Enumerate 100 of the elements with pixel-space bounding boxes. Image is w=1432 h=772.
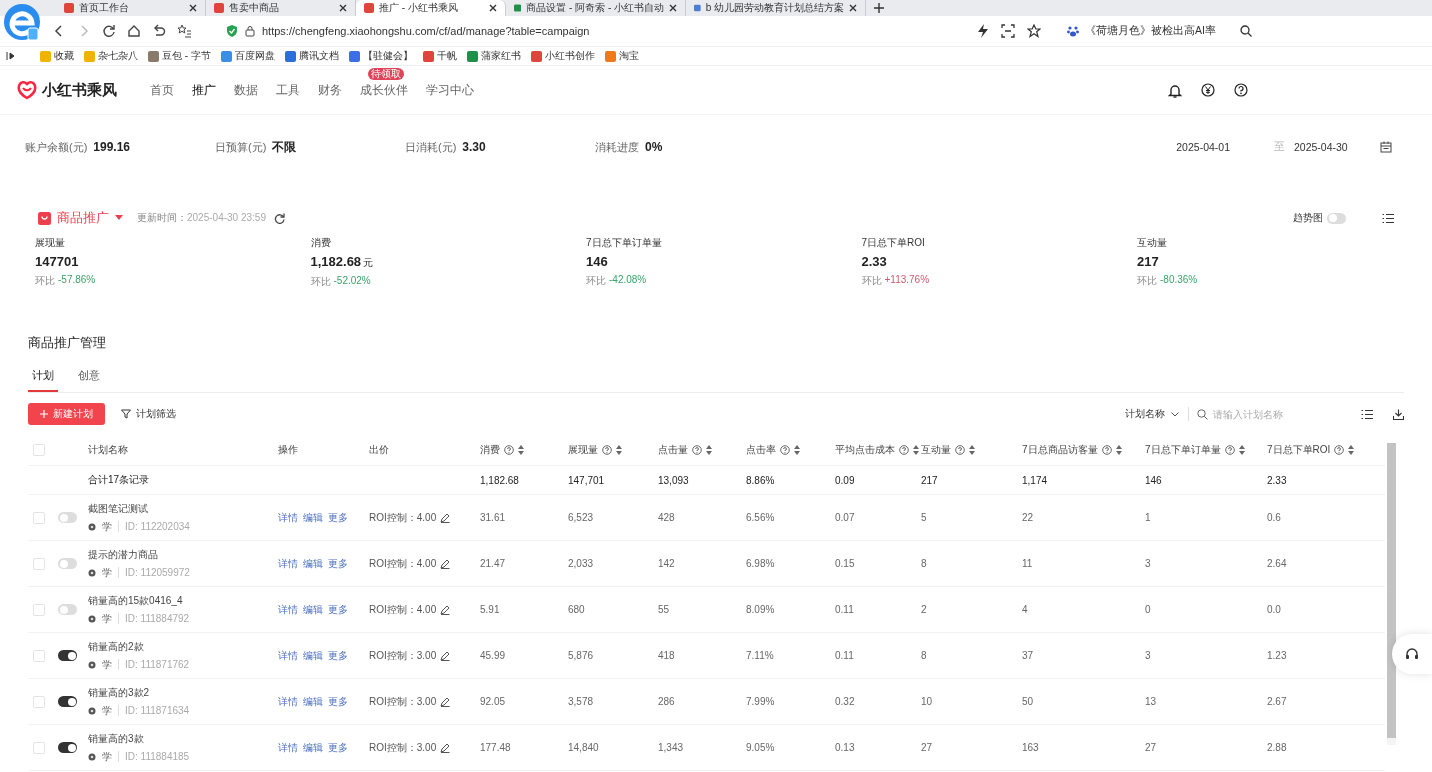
trend-chart-toggle[interactable] <box>1327 212 1346 224</box>
sort-icon[interactable] <box>913 445 919 455</box>
search-field[interactable]: 请输入计划名称 <box>1197 408 1347 420</box>
home-icon[interactable] <box>127 24 141 38</box>
screenshot-icon[interactable] <box>1001 24 1015 38</box>
column-header[interactable]: 互动量 <box>921 443 975 457</box>
new-plan-button[interactable]: 新建计划 <box>28 403 105 425</box>
close-icon[interactable] <box>489 4 497 12</box>
edit-icon[interactable] <box>440 558 451 569</box>
action-link[interactable]: 详情 <box>278 510 298 525</box>
plan-toggle[interactable] <box>58 604 77 615</box>
nav-item[interactable]: 成长伙伴 <box>360 78 408 102</box>
browser-logo-icon[interactable] <box>2 2 42 42</box>
sort-icon[interactable] <box>969 445 975 455</box>
column-header[interactable]: 消费 <box>480 443 524 457</box>
promotion-type-dropdown[interactable]: 商品推广 <box>38 209 123 227</box>
browser-tab[interactable]: 推广 - 小红书乘风 <box>356 0 506 16</box>
column-header[interactable]: 点击量 <box>658 443 712 457</box>
action-link[interactable]: 详情 <box>278 556 298 571</box>
plan-toggle[interactable] <box>58 696 77 707</box>
column-header[interactable]: 7日总下单订单量 <box>1145 443 1245 457</box>
nav-item[interactable]: 财务 <box>318 78 342 102</box>
close-icon[interactable] <box>339 4 347 12</box>
sort-icon[interactable] <box>1238 445 1245 455</box>
plan-toggle[interactable] <box>58 650 77 661</box>
reload-icon[interactable] <box>102 24 116 38</box>
bookmark[interactable]: 百度网盘 <box>220 49 275 63</box>
action-link[interactable]: 详情 <box>278 602 298 617</box>
bookmark[interactable]: 千帆 <box>422 49 457 63</box>
action-link[interactable]: 更多 <box>328 694 348 709</box>
bookmark[interactable]: 豆包 - 字节 <box>148 49 211 63</box>
sort-icon[interactable] <box>794 445 800 455</box>
row-checkbox[interactable] <box>33 557 45 570</box>
list-settings-icon[interactable] <box>1382 212 1394 224</box>
star-icon[interactable] <box>1027 24 1041 38</box>
close-icon[interactable] <box>189 4 197 12</box>
bookmark[interactable]: 淘宝 <box>604 49 639 63</box>
bookmark[interactable]: 蒲家红书 <box>466 49 521 63</box>
action-link[interactable]: 更多 <box>328 648 348 663</box>
support-button[interactable] <box>1392 634 1432 674</box>
column-header[interactable]: 展现量 <box>568 443 622 457</box>
yuan-icon[interactable] <box>1201 82 1215 97</box>
edit-icon[interactable] <box>440 696 451 707</box>
plan-toggle[interactable] <box>58 742 77 753</box>
nav-item[interactable]: 工具 <box>276 78 300 102</box>
search-icon[interactable] <box>1240 25 1252 37</box>
edit-icon[interactable] <box>440 742 451 753</box>
select-all-checkbox[interactable] <box>33 444 45 456</box>
sort-icon[interactable] <box>1115 445 1122 455</box>
plan-toggle[interactable] <box>58 512 77 523</box>
close-icon[interactable] <box>849 4 857 12</box>
nav-item[interactable]: 推广 <box>192 78 216 102</box>
action-link[interactable]: 编辑 <box>303 510 323 525</box>
edit-icon[interactable] <box>440 512 451 523</box>
tab[interactable]: 计划 <box>28 368 58 392</box>
row-checkbox[interactable] <box>33 695 45 708</box>
undo-icon[interactable] <box>152 24 166 38</box>
action-link[interactable]: 编辑 <box>303 602 323 617</box>
row-checkbox[interactable] <box>33 511 45 524</box>
action-link[interactable]: 更多 <box>328 510 348 525</box>
action-link[interactable]: 编辑 <box>303 740 323 755</box>
filter-button[interactable]: 计划筛选 <box>115 406 182 422</box>
column-header[interactable]: 7日总商品访客量 <box>1022 443 1122 457</box>
edit-icon[interactable] <box>440 650 451 661</box>
download-icon[interactable] <box>1393 408 1404 420</box>
favorites-icon[interactable] <box>177 24 191 38</box>
refresh-icon[interactable] <box>273 212 285 224</box>
edit-icon[interactable] <box>440 604 451 615</box>
row-checkbox[interactable] <box>33 603 45 616</box>
bell-icon[interactable] <box>1168 82 1182 98</box>
browser-search-field[interactable]: 《荷塘月色》被检出高AI率 <box>1067 24 1252 38</box>
column-header[interactable]: 点击率 <box>746 443 800 457</box>
bookmark[interactable]: 【驻健会】 <box>348 49 413 63</box>
date-range-picker[interactable]: 2025-04-01 至 2025-04-30 <box>1176 140 1392 154</box>
action-link[interactable]: 更多 <box>328 740 348 755</box>
action-link[interactable]: 详情 <box>278 648 298 663</box>
plan-toggle[interactable] <box>58 558 77 569</box>
action-link[interactable]: 详情 <box>278 694 298 709</box>
row-checkbox[interactable] <box>33 741 45 754</box>
nav-item[interactable]: 数据 <box>234 78 258 102</box>
search-type-dropdown[interactable]: 计划名称 <box>1125 407 1189 421</box>
sort-icon[interactable] <box>616 445 622 455</box>
row-checkbox[interactable] <box>33 649 45 662</box>
action-link[interactable]: 详情 <box>278 740 298 755</box>
sort-icon[interactable] <box>706 445 712 455</box>
sidebar-toggle-icon[interactable] <box>6 51 16 61</box>
action-link[interactable]: 更多 <box>328 602 348 617</box>
new-tab-icon[interactable] <box>874 3 884 13</box>
tab[interactable]: 创意 <box>74 368 104 392</box>
nav-item[interactable]: 首页 <box>150 78 174 102</box>
action-link[interactable]: 更多 <box>328 556 348 571</box>
action-link[interactable]: 编辑 <box>303 556 323 571</box>
close-icon[interactable] <box>669 4 677 12</box>
sort-icon[interactable] <box>1348 445 1355 455</box>
help-icon[interactable] <box>1234 82 1248 97</box>
bookmark[interactable]: 小红书创作 <box>530 49 595 63</box>
address-bar[interactable]: https://chengfeng.xiaohongshu.com/cf/ad/manage?table=campaign <box>226 25 966 37</box>
bookmark[interactable]: 杂七杂八 <box>84 49 138 63</box>
column-header[interactable]: 7日总下单ROI <box>1267 443 1355 457</box>
column-settings-icon[interactable] <box>1361 408 1373 420</box>
